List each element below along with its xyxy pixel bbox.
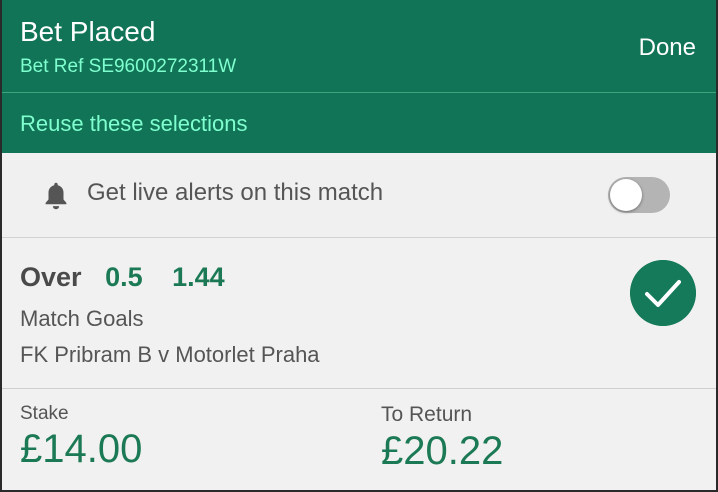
to-return-value: £20.22 xyxy=(381,429,504,473)
bet-amounts: Stake £14.00 To Return £20.22 xyxy=(2,389,716,490)
selection-odds: 1.44 xyxy=(172,262,225,292)
live-alerts-row: Get live alerts on this match xyxy=(2,153,716,238)
check-circle-icon xyxy=(630,260,696,326)
stake-label: Stake xyxy=(20,403,69,424)
toggle-knob xyxy=(610,179,642,211)
to-return-label: To Return xyxy=(381,403,473,426)
bet-receipt-panel: Bet Placed Bet Ref SE9600272311W Done Re… xyxy=(2,0,716,490)
bet-reference: Bet Ref SE9600272311W xyxy=(20,56,237,77)
reuse-selections-link[interactable]: Reuse these selections xyxy=(20,111,247,137)
reuse-selections-bar: Reuse these selections xyxy=(2,93,716,153)
selection-summary: Over 0.5 1.44 xyxy=(20,262,225,293)
stake-value: £14.00 xyxy=(20,427,143,471)
selection-handicap: 0.5 xyxy=(105,262,143,292)
bell-icon xyxy=(45,182,67,210)
selection-event: FK Pribram B v Motorlet Praha xyxy=(20,342,320,367)
done-button[interactable]: Done xyxy=(639,34,696,62)
page-title: Bet Placed xyxy=(20,16,156,47)
selection-market: Match Goals xyxy=(20,306,144,331)
selection-name: Over xyxy=(20,262,82,292)
bet-placed-header: Bet Placed Bet Ref SE9600272311W Done xyxy=(2,0,716,93)
live-alerts-toggle[interactable] xyxy=(608,177,670,213)
bet-selection: Over 0.5 1.44 Match Goals FK Pribram B v… xyxy=(2,238,716,389)
live-alerts-label: Get live alerts on this match xyxy=(87,179,384,206)
